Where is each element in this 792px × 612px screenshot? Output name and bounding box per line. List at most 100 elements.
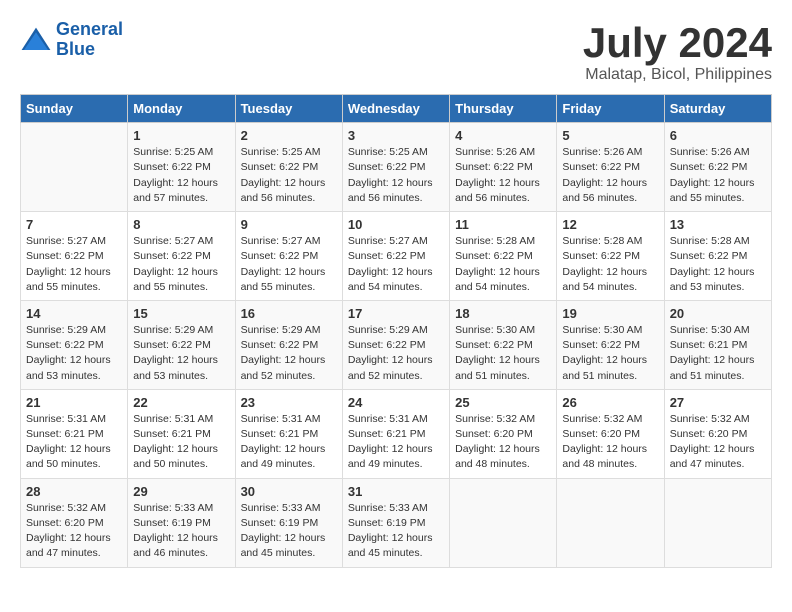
calendar-header-row: SundayMondayTuesdayWednesdayThursdayFrid… [21,95,772,123]
col-header-saturday: Saturday [664,95,771,123]
day-info: Sunrise: 5:33 AM Sunset: 6:19 PM Dayligh… [348,501,444,562]
calendar-cell: 3Sunrise: 5:25 AM Sunset: 6:22 PM Daylig… [342,123,449,212]
calendar-cell: 2 Sunrise: 5:25 AM Sunset: 6:22 PM Daylig… [235,123,342,212]
calendar-cell: 28 Sunrise: 5:32 AM Sunset: 6:20 PM Dayli… [21,478,128,567]
calendar-cell: 14Sunrise: 5:29 AM Sunset: 6:22 PM Dayli… [21,300,128,389]
day-info: Sunrise: 5:31 AM Sunset: 6:21 PM Dayligh… [26,412,122,473]
day-number: 16 [241,306,337,321]
col-header-wednesday: Wednesday [342,95,449,123]
day-info: Sunrise: 5:25 AM Sunset: 6:22 PM Dayligh… [241,145,337,206]
day-number: 7 [26,217,122,232]
calendar-cell: 27 Sunrise: 5:32 AM Sunset: 6:20 PM Dayli… [664,389,771,478]
col-header-thursday: Thursday [450,95,557,123]
day-info: Sunrise: 5:27 AM Sunset: 6:22 PM Dayligh… [26,234,122,295]
day-info: Sunrise: 5:28 AM Sunset: 6:22 PM Dayligh… [670,234,766,295]
calendar-cell: 18 Sunrise: 5:30 AM Sunset: 6:22 PM Dayli… [450,300,557,389]
col-header-monday: Monday [128,95,235,123]
day-number: 23 [241,395,337,410]
day-info: Sunrise: 5:32 AM Sunset: 6:20 PM Dayligh… [455,412,551,473]
calendar-cell [557,478,664,567]
col-header-tuesday: Tuesday [235,95,342,123]
calendar-cell: 1 Sunrise: 5:25 AM Sunset: 6:22 PM Daylig… [128,123,235,212]
calendar-cell: 16 Sunrise: 5:29 AM Sunset: 6:22 PM Dayli… [235,300,342,389]
day-number: 3 [348,128,444,143]
day-number: 12 [562,217,658,232]
day-number: 19 [562,306,658,321]
calendar-cell: 24 Sunrise: 5:31 AM Sunset: 6:21 PM Dayli… [342,389,449,478]
week-row-4: 21 Sunrise: 5:31 AM Sunset: 6:21 PM Dayli… [21,389,772,478]
location: Malatap, Bicol, Philippines [583,66,772,84]
day-info: Sunrise: 5:30 AM Sunset: 6:21 PM Dayligh… [670,323,766,384]
day-number: 18 [455,306,551,321]
day-number: 1 [133,128,229,143]
page-header: General Blue July 2024 Malatap, Bicol, P… [20,20,772,84]
day-info: Sunrise: 5:31 AM Sunset: 6:21 PM Dayligh… [133,412,229,473]
calendar-cell: 30 Sunrise: 5:33 AM Sunset: 6:19 PM Dayli… [235,478,342,567]
day-number: 13 [670,217,766,232]
day-info: Sunrise: 5:27 AM Sunset: 6:22 PM Dayligh… [348,234,444,295]
week-row-5: 28 Sunrise: 5:32 AM Sunset: 6:20 PM Dayli… [21,478,772,567]
logo-blue: Blue [56,39,95,59]
day-number: 27 [670,395,766,410]
calendar-cell: 6Sunrise: 5:26 AM Sunset: 6:22 PM Daylig… [664,123,771,212]
day-info: Sunrise: 5:30 AM Sunset: 6:22 PM Dayligh… [455,323,551,384]
day-number: 11 [455,217,551,232]
day-number: 20 [670,306,766,321]
calendar-cell: 26 Sunrise: 5:32 AM Sunset: 6:20 PM Dayli… [557,389,664,478]
logo-text: General Blue [56,20,123,60]
day-info: Sunrise: 5:28 AM Sunset: 6:22 PM Dayligh… [562,234,658,295]
day-number: 17 [348,306,444,321]
calendar-cell: 11 Sunrise: 5:28 AM Sunset: 6:22 PM Dayli… [450,212,557,301]
day-info: Sunrise: 5:31 AM Sunset: 6:21 PM Dayligh… [348,412,444,473]
calendar-cell [21,123,128,212]
day-info: Sunrise: 5:29 AM Sunset: 6:22 PM Dayligh… [241,323,337,384]
calendar-cell: 13 Sunrise: 5:28 AM Sunset: 6:22 PM Dayli… [664,212,771,301]
calendar-table: SundayMondayTuesdayWednesdayThursdayFrid… [20,94,772,567]
day-info: Sunrise: 5:28 AM Sunset: 6:22 PM Dayligh… [455,234,551,295]
day-number: 26 [562,395,658,410]
logo: General Blue [20,20,123,60]
day-number: 10 [348,217,444,232]
day-info: Sunrise: 5:31 AM Sunset: 6:21 PM Dayligh… [241,412,337,473]
day-info: Sunrise: 5:27 AM Sunset: 6:22 PM Dayligh… [241,234,337,295]
calendar-cell [450,478,557,567]
day-number: 29 [133,484,229,499]
col-header-sunday: Sunday [21,95,128,123]
day-number: 28 [26,484,122,499]
day-info: Sunrise: 5:33 AM Sunset: 6:19 PM Dayligh… [133,501,229,562]
calendar-cell: 9Sunrise: 5:27 AM Sunset: 6:22 PM Daylig… [235,212,342,301]
calendar-cell: 17 Sunrise: 5:29 AM Sunset: 6:22 PM Dayli… [342,300,449,389]
day-info: Sunrise: 5:26 AM Sunset: 6:22 PM Dayligh… [562,145,658,206]
day-number: 15 [133,306,229,321]
day-number: 30 [241,484,337,499]
day-info: Sunrise: 5:29 AM Sunset: 6:22 PM Dayligh… [348,323,444,384]
day-info: Sunrise: 5:32 AM Sunset: 6:20 PM Dayligh… [670,412,766,473]
day-info: Sunrise: 5:32 AM Sunset: 6:20 PM Dayligh… [26,501,122,562]
calendar-cell: 7 Sunrise: 5:27 AM Sunset: 6:22 PM Daylig… [21,212,128,301]
day-number: 2 [241,128,337,143]
calendar-cell: 23 Sunrise: 5:31 AM Sunset: 6:21 PM Dayli… [235,389,342,478]
day-info: Sunrise: 5:25 AM Sunset: 6:22 PM Dayligh… [133,145,229,206]
logo-icon [20,26,52,54]
calendar-cell: 19Sunrise: 5:30 AM Sunset: 6:22 PM Dayli… [557,300,664,389]
calendar-cell: 20 Sunrise: 5:30 AM Sunset: 6:21 PM Dayli… [664,300,771,389]
day-number: 21 [26,395,122,410]
title-block: July 2024 Malatap, Bicol, Philippines [583,20,772,84]
day-info: Sunrise: 5:33 AM Sunset: 6:19 PM Dayligh… [241,501,337,562]
day-number: 31 [348,484,444,499]
day-info: Sunrise: 5:26 AM Sunset: 6:22 PM Dayligh… [670,145,766,206]
day-info: Sunrise: 5:32 AM Sunset: 6:20 PM Dayligh… [562,412,658,473]
day-info: Sunrise: 5:29 AM Sunset: 6:22 PM Dayligh… [26,323,122,384]
logo-general: General [56,19,123,39]
calendar-cell: 12 Sunrise: 5:28 AM Sunset: 6:22 PM Dayli… [557,212,664,301]
day-info: Sunrise: 5:27 AM Sunset: 6:22 PM Dayligh… [133,234,229,295]
calendar-cell: 22Sunrise: 5:31 AM Sunset: 6:21 PM Dayli… [128,389,235,478]
day-info: Sunrise: 5:26 AM Sunset: 6:22 PM Dayligh… [455,145,551,206]
col-header-friday: Friday [557,95,664,123]
calendar-cell: 31 Sunrise: 5:33 AM Sunset: 6:19 PM Dayli… [342,478,449,567]
day-number: 24 [348,395,444,410]
week-row-1: 1 Sunrise: 5:25 AM Sunset: 6:22 PM Daylig… [21,123,772,212]
week-row-3: 14Sunrise: 5:29 AM Sunset: 6:22 PM Dayli… [21,300,772,389]
day-number: 8 [133,217,229,232]
calendar-cell: 5Sunrise: 5:26 AM Sunset: 6:22 PM Daylig… [557,123,664,212]
